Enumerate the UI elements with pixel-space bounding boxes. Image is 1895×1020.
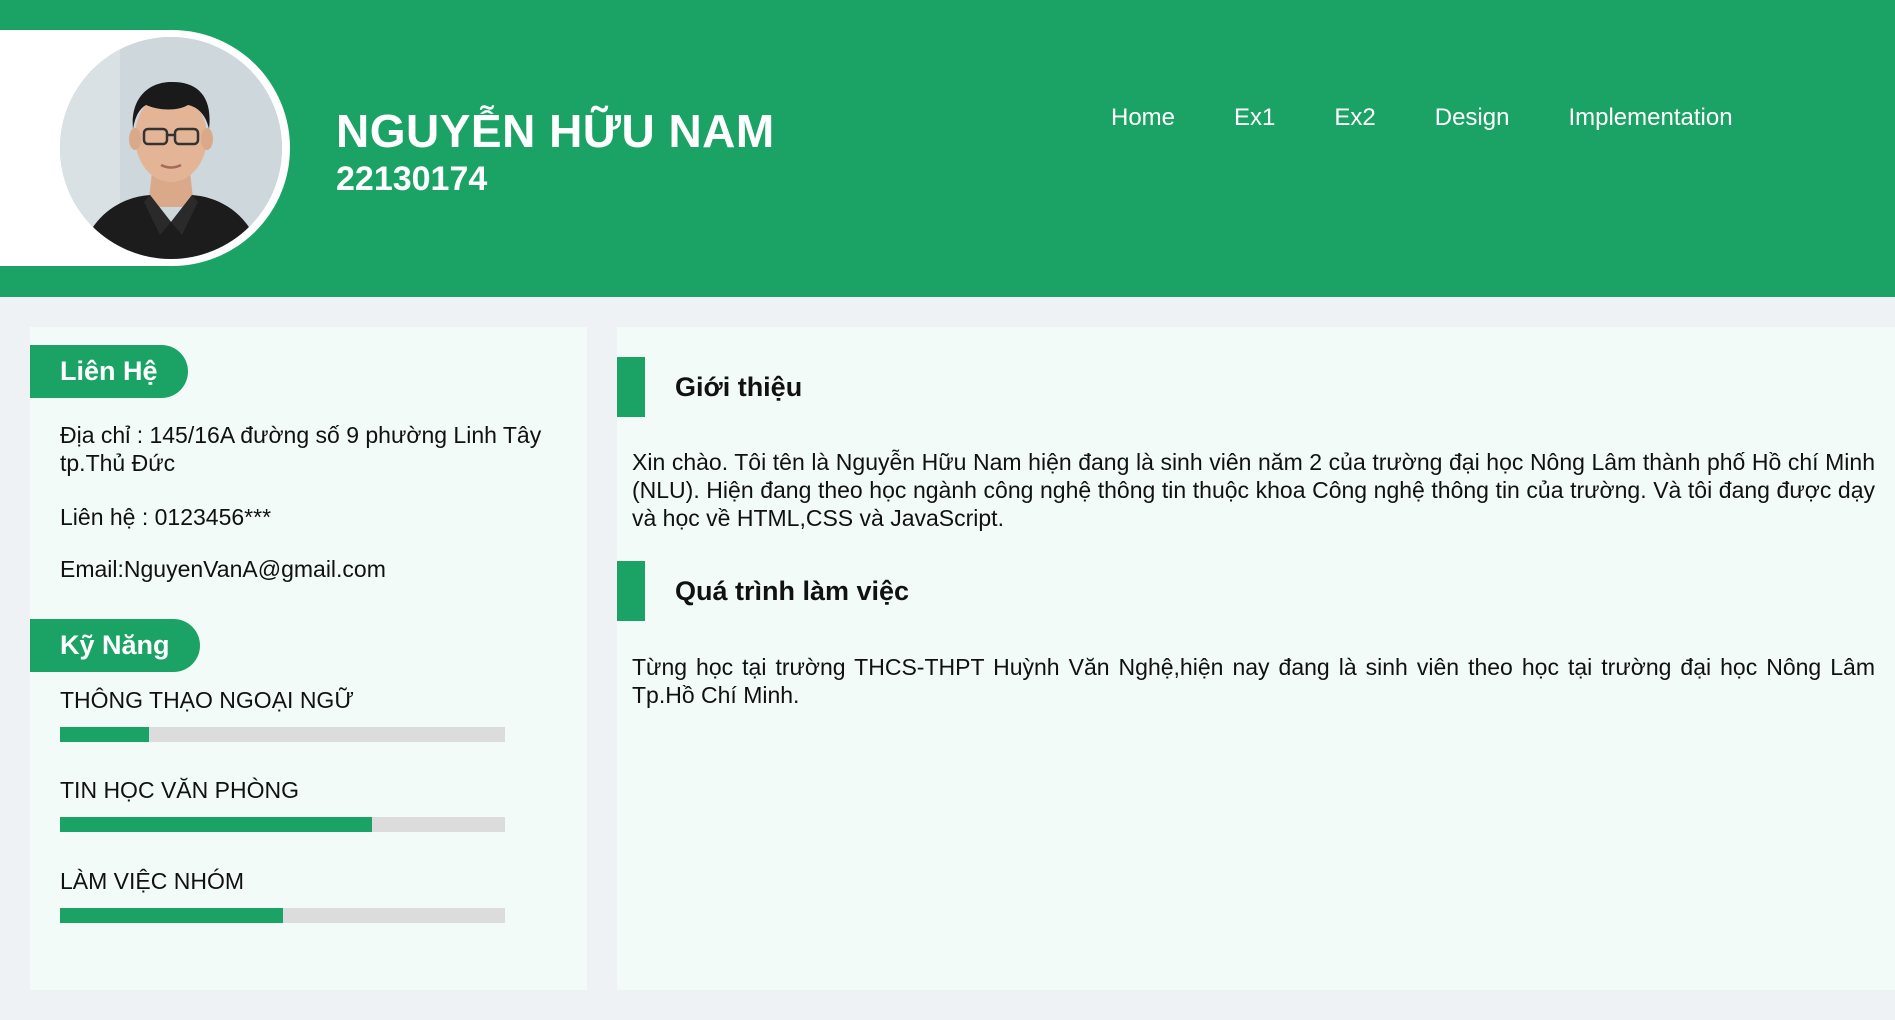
intro-title: Giới thiệu (675, 372, 803, 402)
student-id: 22130174 (336, 160, 488, 198)
skill-bar (60, 817, 505, 832)
sidebar-panel: Liên Hệ Địa chỉ : 145/16A đường số 9 phư… (30, 327, 587, 990)
work-title: Quá trình làm việc (675, 576, 910, 606)
intro-text: Xin chào. Tôi tên là Nguyễn Hữu Nam hiện… (632, 449, 1875, 531)
skill-bar (60, 908, 505, 923)
avatar-frame (0, 30, 290, 266)
nav-ex2[interactable]: Ex2 (1334, 104, 1375, 132)
header: NGUYỄN HỮU NAM 22130174 Home Ex1 Ex2 Des… (0, 0, 1895, 297)
email-text: Email:NguyenVanA@gmail.com (60, 556, 386, 582)
top-nav: Home Ex1 Ex2 Design Implementation (1111, 104, 1733, 132)
nav-ex1[interactable]: Ex1 (1234, 104, 1275, 132)
nav-home[interactable]: Home (1111, 104, 1175, 132)
section-marker (617, 357, 645, 417)
work-text: Từng học tại trường THCS-THPT Huỳnh Văn … (632, 654, 1875, 708)
section-marker (617, 561, 645, 621)
contact-heading: Liên Hệ (30, 345, 188, 398)
skill-bar-fill (60, 727, 149, 742)
profile-name: NGUYỄN HỮU NAM (336, 105, 775, 157)
skill-bar-fill (60, 817, 372, 832)
main-panel: Giới thiệu Xin chào. Tôi tên là Nguyễn H… (617, 327, 1895, 990)
avatar (60, 37, 282, 259)
phone-text: Liên hệ : 0123456*** (60, 504, 272, 530)
skill-bar (60, 727, 505, 742)
profile-photo (60, 37, 282, 259)
skill-label: TIN HỌC VĂN PHÒNG (60, 777, 299, 803)
skill-label: LÀM VIỆC NHÓM (60, 868, 245, 894)
skill-bar-fill (60, 908, 283, 923)
address-text: Địa chỉ : 145/16A đường số 9 phường Linh… (60, 422, 542, 476)
skills-heading: Kỹ Năng (30, 619, 200, 672)
nav-design[interactable]: Design (1435, 104, 1510, 132)
nav-implementation[interactable]: Implementation (1568, 104, 1732, 132)
skill-label: THÔNG THẠO NGOẠI NGỮ (60, 687, 354, 713)
